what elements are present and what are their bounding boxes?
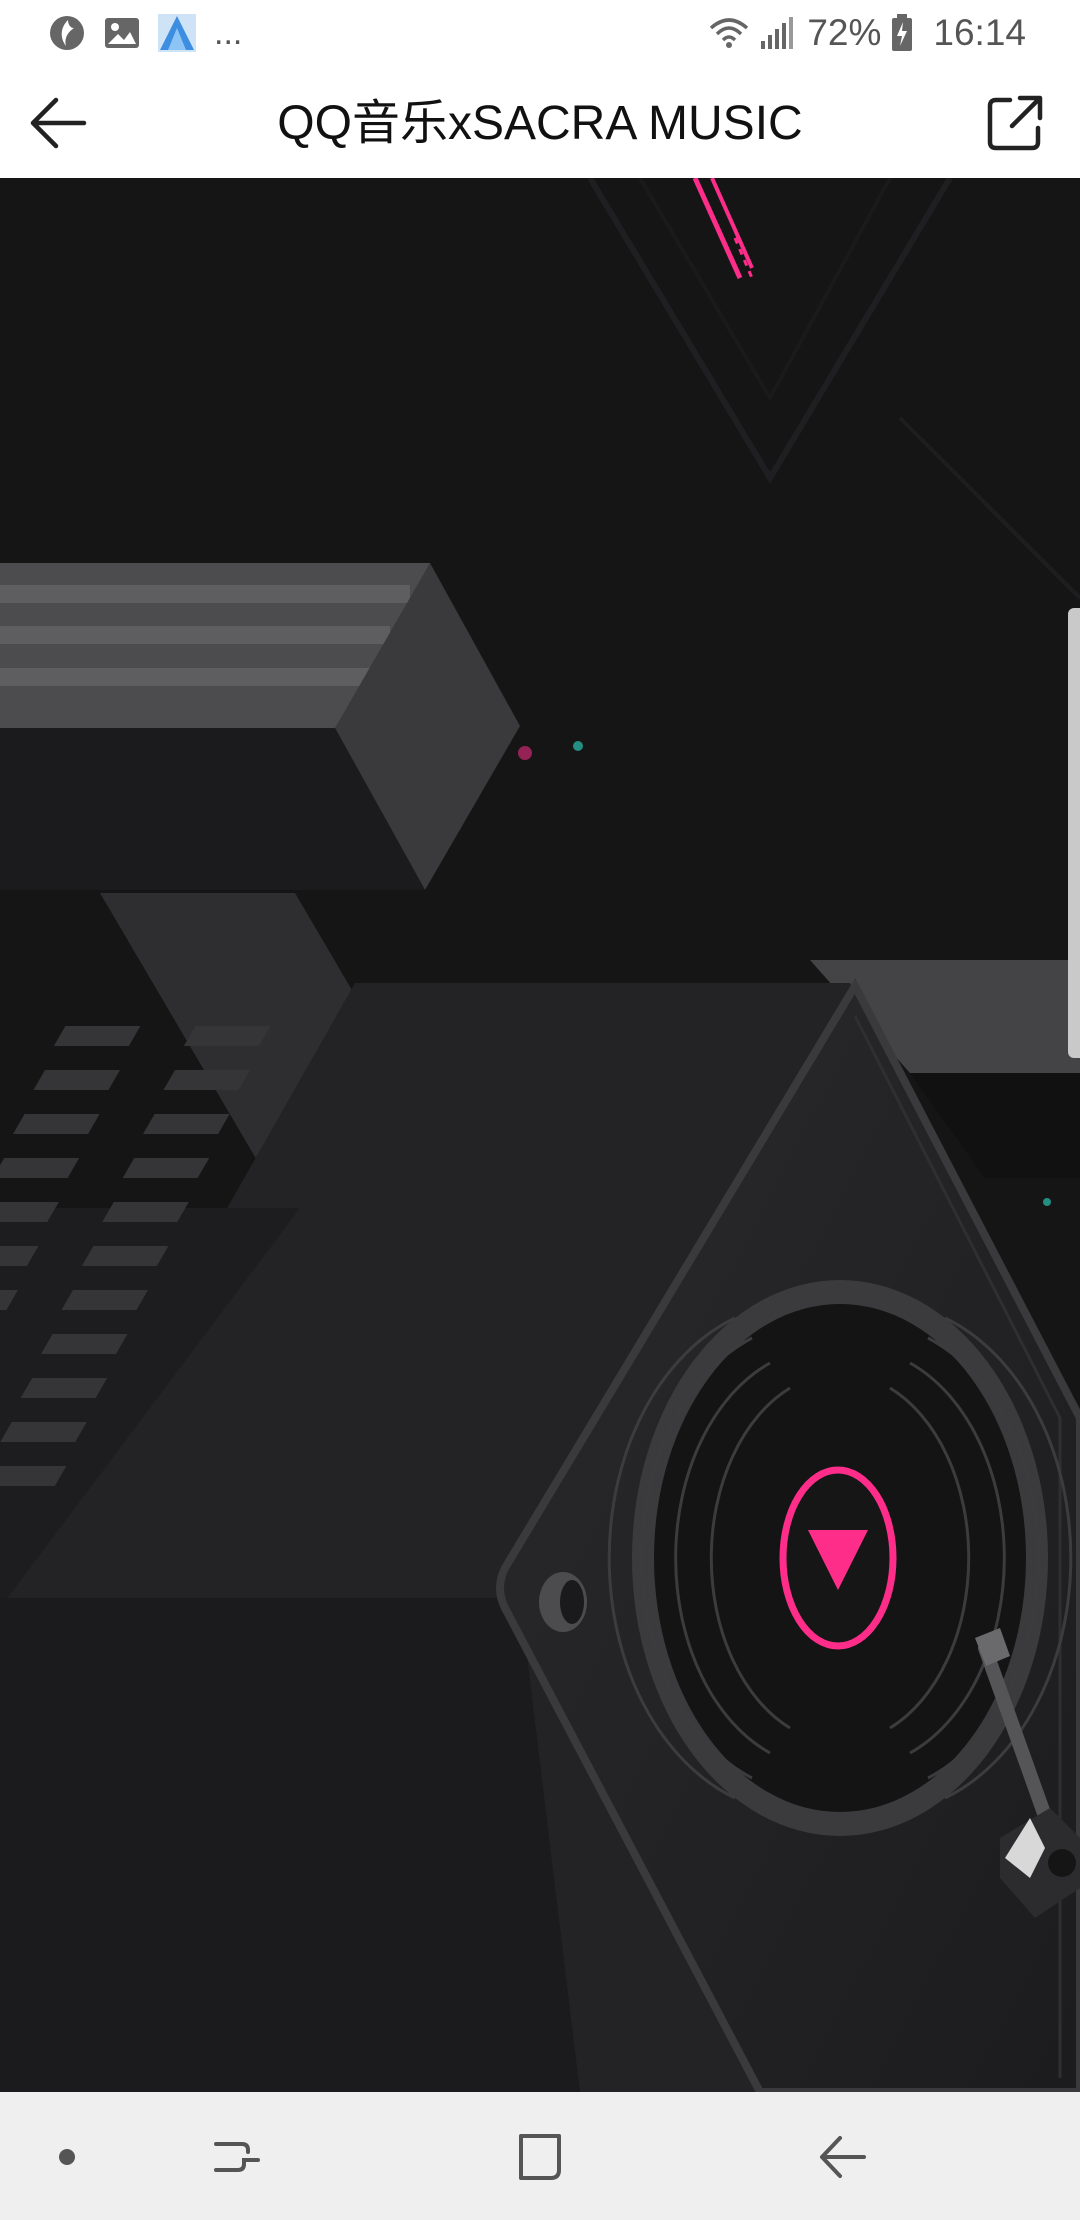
web-content[interactable] (0, 178, 1080, 2092)
image-icon (104, 16, 140, 50)
navigation-bar (0, 2092, 1080, 2220)
back-button[interactable] (24, 88, 94, 158)
open-external-icon (987, 95, 1043, 151)
clock: 16:14 (933, 12, 1026, 53)
scrollbar[interactable] (1068, 608, 1080, 1058)
screen: ... 72% 16:14 QQ音乐xSACRA MUSIC (0, 0, 1080, 2220)
dot-icon (59, 2149, 75, 2165)
home-square-icon (519, 2134, 561, 2180)
app-notification-icon (48, 14, 86, 52)
system-indicators: 72% 16:14 (709, 10, 1026, 56)
maps-icon (158, 14, 196, 52)
open-external-button[interactable] (980, 88, 1050, 158)
battery-charging-icon (891, 14, 913, 52)
notification-icons: ... (48, 12, 242, 54)
recent-apps-button[interactable] (202, 2122, 272, 2192)
app-bar: QQ音乐xSACRA MUSIC (0, 66, 1080, 179)
recent-apps-icon (214, 2142, 260, 2172)
turntable-illustration (0, 178, 1080, 2092)
system-back-button[interactable] (808, 2122, 878, 2192)
back-arrow-icon (820, 2136, 866, 2178)
battery-percent: 72% (807, 12, 882, 53)
status-bar: ... 72% 16:14 (0, 0, 1080, 66)
more-notifications-text: ... (214, 14, 243, 52)
signal-icon (759, 17, 794, 49)
home-button[interactable] (505, 2122, 575, 2192)
wifi-icon (709, 16, 749, 50)
nav-dot-button[interactable] (32, 2122, 102, 2192)
page-title: QQ音乐xSACRA MUSIC (277, 97, 803, 150)
arrow-left-icon (30, 97, 87, 149)
